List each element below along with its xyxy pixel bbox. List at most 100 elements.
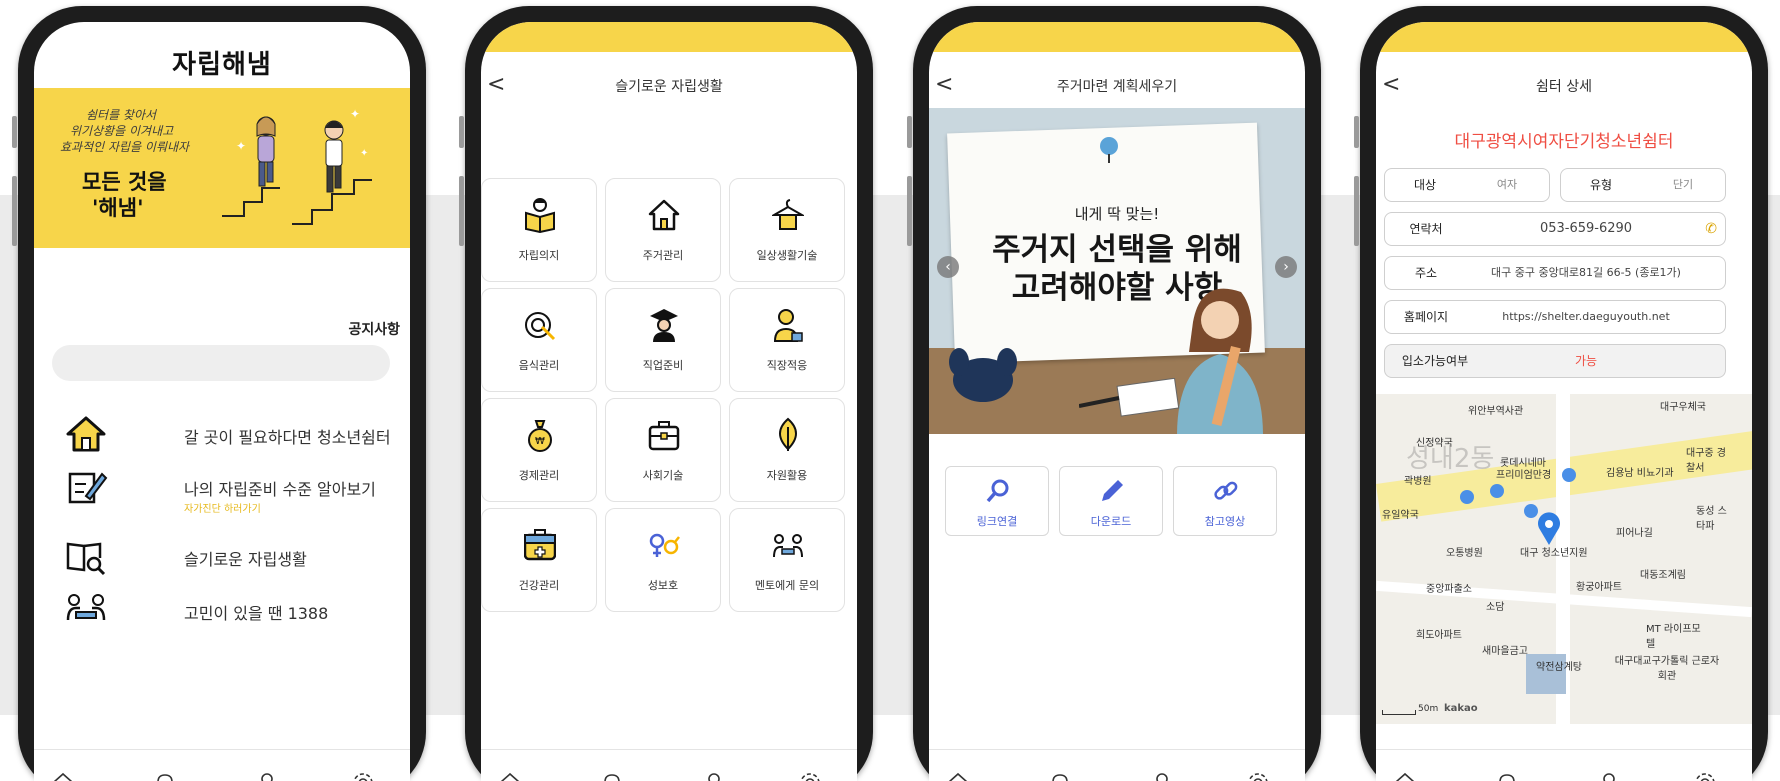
shelter-map[interactable]: 위안부역사관 대구우체국 신정약국 롯데시네마 프리미엄만경 곽병원 김용남 비… — [1376, 394, 1752, 724]
map-label: 오통병원 — [1446, 548, 1483, 559]
shelter-name: 대구광역시여자단기청소년쉼터 — [1454, 132, 1674, 152]
link-button[interactable]: 링크연결 — [945, 466, 1049, 536]
bell-icon[interactable] — [1494, 770, 1520, 781]
bus-stop-icon — [1562, 468, 1576, 482]
tile-daily-skills[interactable]: 일상생활기술 — [729, 178, 845, 282]
tile-label: 주거관리 — [642, 249, 684, 262]
admission-field: 입소가능여부 가능 — [1384, 344, 1726, 378]
link-icon — [1214, 481, 1238, 500]
user-icon[interactable] — [701, 770, 727, 781]
screen-header: 슬기로운 자립생활 — [615, 79, 723, 95]
house-icon — [648, 199, 680, 231]
map-label: 대구중 경찰서 — [1686, 448, 1726, 474]
field-value: 단기 — [1672, 178, 1694, 191]
banner-headline: '해냄' — [92, 196, 144, 220]
user-icon[interactable] — [1596, 770, 1622, 781]
menu-label: 나의 자립준비 수준 알아보기 — [184, 480, 376, 499]
svg-text:₩: ₩ — [535, 436, 545, 447]
home-icon[interactable] — [497, 770, 523, 781]
home-icon[interactable] — [50, 770, 76, 781]
book-search-icon — [66, 542, 106, 576]
carousel-prev-button[interactable]: ‹ — [937, 256, 959, 278]
homepage-field[interactable]: 홈페이지 https://shelter.daeguyouth.net — [1384, 300, 1726, 334]
tile-food[interactable]: 음식관리 — [481, 288, 597, 392]
notice-label[interactable]: 공지사항 — [348, 319, 400, 339]
tile-label: 사회기술 — [642, 469, 684, 482]
settings-icon[interactable] — [350, 770, 376, 781]
home-banner[interactable]: 쉼터를 찾아서 위기상황을 이겨내고 효과적인 자립을 이뤄내자 모든 것을 '… — [34, 88, 410, 248]
map-label: 유일약국 — [1382, 510, 1419, 521]
menu-counseling[interactable]: 고민이 있을 땐 1388 — [64, 590, 394, 630]
svg-text:✦: ✦ — [236, 139, 246, 153]
first-aid-kit-icon — [524, 529, 556, 561]
field-label: 홈페이지 — [1403, 310, 1449, 324]
bottom-nav — [1376, 749, 1752, 781]
download-button[interactable]: 다운로드 — [1059, 466, 1163, 536]
tile-label: 자원활용 — [766, 469, 808, 482]
map-district-label: 성내2동 — [1406, 444, 1495, 474]
plate-cutlery-icon — [525, 312, 556, 341]
contact-field[interactable]: 연락처 053-659-6290 ✆ — [1384, 212, 1726, 246]
tile-mentor[interactable]: 멘토에게 문의 — [729, 508, 845, 612]
bell-icon[interactable] — [1047, 770, 1073, 781]
tile-health[interactable]: 건강관리 — [481, 508, 597, 612]
image-small-text: 내게 딱 맞는! — [1074, 205, 1160, 223]
home-icon[interactable] — [1392, 770, 1418, 781]
menu-label: 갈 곳이 필요하다면 청소년쉼터 — [184, 428, 391, 447]
gender-icon — [649, 533, 680, 557]
map-label: 대동조계림 — [1640, 570, 1686, 581]
settings-icon[interactable] — [1692, 770, 1718, 781]
settings-icon[interactable] — [797, 770, 823, 781]
tile-label: 건강관리 — [518, 579, 560, 592]
menu-sub-link[interactable]: 자가진단 하러가기 — [184, 500, 261, 515]
tile-label: 일상생활기술 — [756, 249, 818, 262]
worker-icon — [773, 309, 803, 342]
user-icon[interactable] — [254, 770, 280, 781]
shelter-detail-screen: < 쉼터 상세 대구광역시여자단기청소년쉼터 대상 여자 유형 단기 연락처 0… — [1376, 22, 1752, 781]
menu-shelter[interactable]: 갈 곳이 필요하다면 청소년쉼터 — [64, 414, 394, 454]
tile-finance[interactable]: ₩ 경제관리 — [481, 398, 597, 502]
phone-independent-life: < 슬기로운 자립생활 자립의지 주거관리 일상생활기술 음식관리 직업준비 직… — [459, 6, 873, 781]
menu-self-check[interactable]: 나의 자립준비 수준 알아보기 자가진단 하러가기 — [64, 466, 394, 515]
field-value: 053-659-6290 — [1539, 221, 1633, 236]
guide-image[interactable]: 내게 딱 맞는! 주거지 선택을 위해 고려해야할 사항 ‹ › — [929, 108, 1305, 434]
tile-social-skills[interactable]: 사회기술 — [605, 398, 721, 502]
phone-icon[interactable]: ✆ — [1705, 221, 1717, 237]
graduate-icon — [650, 309, 678, 342]
tile-housing[interactable]: 주거관리 — [605, 178, 721, 282]
tile-sexual-protection[interactable]: 성보호 — [605, 508, 721, 612]
counseling-icon — [66, 594, 106, 621]
banner-script-line: 효과적인 자립을 이뤄내자 — [60, 140, 190, 154]
tile-label: 직업준비 — [642, 359, 684, 372]
tile-label: 직장적응 — [766, 359, 808, 372]
phone-shelter-detail: < 쉼터 상세 대구광역시여자단기청소년쉼터 대상 여자 유형 단기 연락처 0… — [1354, 6, 1768, 781]
field-value: 대구 중구 중앙대로81길 66-5 (종로1가) — [1491, 266, 1681, 279]
location-pin-icon[interactable] — [1536, 512, 1562, 546]
tile-job-prep[interactable]: 직업준비 — [605, 288, 721, 392]
menu-label: 슬기로운 자립생활 — [184, 550, 307, 569]
user-icon[interactable] — [1149, 770, 1175, 781]
notice-bar[interactable] — [52, 345, 390, 381]
map-label: 대구우체국 — [1660, 402, 1706, 413]
tile-label: 멘토에게 문의 — [754, 579, 820, 592]
pin-icon — [1100, 137, 1118, 163]
tile-label: 경제관리 — [518, 469, 560, 482]
reference-video-button[interactable]: 참고영상 — [1173, 466, 1277, 536]
bell-icon[interactable] — [152, 770, 178, 781]
top-bar — [929, 22, 1305, 52]
tile-resources[interactable]: 자원활용 — [729, 398, 845, 502]
button-label: 다운로드 — [1090, 515, 1132, 528]
carousel-next-button[interactable]: › — [1275, 256, 1297, 278]
independent-life-screen: < 슬기로운 자립생활 자립의지 주거관리 일상생활기술 음식관리 직업준비 직… — [481, 22, 857, 781]
tile-workplace[interactable]: 직장적응 — [729, 288, 845, 392]
settings-icon[interactable] — [1245, 770, 1271, 781]
home-icon[interactable] — [945, 770, 971, 781]
money-bag-icon: ₩ — [528, 420, 552, 452]
leaf-icon — [779, 417, 797, 451]
tile-independence-will[interactable]: 자립의지 — [481, 178, 597, 282]
bell-icon[interactable] — [599, 770, 625, 781]
map-scale-label: 50m — [1418, 704, 1439, 714]
map-label: 피어나길 — [1616, 528, 1653, 539]
map-brand: kakao — [1444, 703, 1478, 714]
menu-independent-life[interactable]: 슬기로운 자립생활 — [64, 536, 394, 576]
